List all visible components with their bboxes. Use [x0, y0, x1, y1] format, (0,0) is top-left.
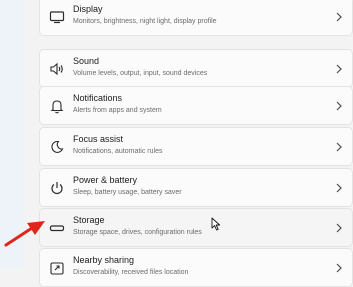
settings-item-description: Monitors, brightness, night light, displ…	[73, 18, 217, 25]
settings-item-focus-assist[interactable]: Focus assist Notifications, automatic ru…	[39, 127, 353, 166]
settings-item-title: Sound	[73, 56, 100, 66]
speaker-icon	[49, 61, 65, 77]
settings-item-title: Storage	[73, 215, 105, 225]
settings-item-storage[interactable]: Storage Storage space, drives, configura…	[39, 208, 353, 247]
chevron-right-icon	[335, 263, 343, 273]
settings-item-description: Notifications, automatic rules	[73, 148, 163, 155]
moon-icon	[49, 139, 65, 155]
settings-item-notifications[interactable]: Notifications Alerts from apps and syste…	[39, 86, 353, 125]
bell-icon	[49, 98, 65, 114]
display-icon	[49, 9, 65, 25]
chevron-right-icon	[335, 101, 343, 111]
settings-item-sound[interactable]: Sound Volume levels, output, input, soun…	[39, 49, 353, 88]
settings-item-title: Display	[73, 4, 103, 14]
chevron-right-icon	[335, 142, 343, 152]
settings-item-power-battery[interactable]: Power & battery Sleep, battery usage, ba…	[39, 168, 353, 207]
settings-item-title: Focus assist	[73, 134, 124, 144]
storage-drive-icon	[49, 220, 65, 236]
settings-item-description: Storage space, drives, configuration rul…	[73, 229, 202, 236]
red-arrow-annotation	[4, 221, 45, 247]
share-icon	[49, 260, 65, 276]
settings-item-title: Power & battery	[73, 175, 138, 185]
power-icon	[49, 180, 65, 196]
settings-item-display[interactable]: Display Monitors, brightness, night ligh…	[39, 0, 353, 36]
settings-item-description: Alerts from apps and system	[73, 107, 162, 114]
system-settings-list: Display Monitors, brightness, night ligh…	[39, 0, 353, 287]
mouse-cursor-icon	[211, 217, 221, 231]
settings-item-description: Sleep, battery usage, battery saver	[73, 189, 182, 196]
chevron-right-icon	[335, 64, 343, 74]
settings-item-description: Discoverability, received files location	[73, 269, 189, 276]
settings-item-title: Nearby sharing	[73, 255, 135, 265]
settings-item-title: Notifications	[73, 93, 123, 103]
chevron-right-icon	[335, 223, 343, 233]
chevron-right-icon	[335, 12, 343, 22]
chevron-right-icon	[335, 183, 343, 193]
settings-item-description: Volume levels, output, input, sound devi…	[73, 70, 208, 77]
